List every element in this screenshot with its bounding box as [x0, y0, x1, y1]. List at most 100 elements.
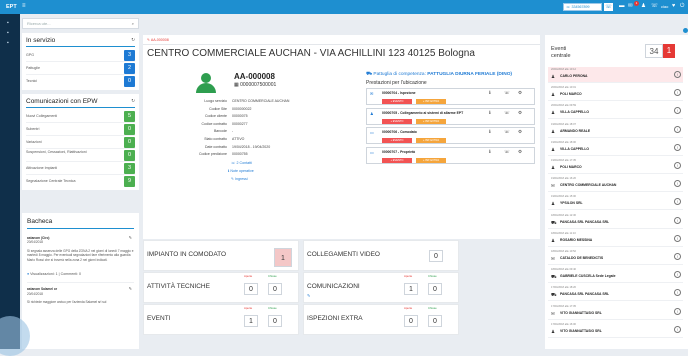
list-item[interactable]: Subentri 0	[26, 123, 135, 136]
info-icon[interactable]: !	[674, 125, 681, 133]
event-item[interactable]: 19/04/2018 alle 15:00 ♟ YPSILON SRL!	[548, 194, 683, 211]
info-icon[interactable]: !	[674, 289, 681, 297]
search-input[interactable]: Ricerca ute... ⌕	[22, 18, 139, 29]
phone-icon[interactable]: ☏	[504, 110, 510, 116]
prestazione-row[interactable]: ♟ 00000705 - Collegamento ai sistemi di a…	[366, 107, 535, 125]
add-event-button[interactable]: + EVENTO	[382, 99, 412, 104]
contacts-link[interactable]: ☏ 2 Contatti	[231, 161, 252, 165]
open-value[interactable]: 0	[244, 283, 258, 295]
info-icon[interactable]: !	[674, 216, 681, 224]
list-item[interactable]: Nuovi Collegamenti 5	[26, 110, 135, 123]
home-icon[interactable]: ▪	[7, 20, 9, 26]
info-icon[interactable]: !	[674, 234, 681, 242]
closed-value[interactable]: 0	[428, 283, 442, 295]
info-icon[interactable]: !	[674, 198, 681, 206]
list-item[interactable]: Pattuglie 2	[26, 62, 135, 75]
prestazione-row[interactable]: ✉ 00000704 - Ispezione ℹ ☏ ⚙ + EVENTO + ISP. E…	[366, 88, 535, 105]
patrol-value[interactable]: PATTUGLIA DIURNA FERIALE (DINO)	[427, 72, 512, 77]
tile-eventi[interactable]: EVENTI Aperte Chiuse 1 0	[143, 304, 299, 335]
tile-ispezioni-extra[interactable]: ISPEZIONI EXTRA Aperte Chiuse 0 0	[303, 304, 459, 335]
breadcrumb-code[interactable]: AA-000008	[151, 38, 169, 42]
add-extra-inspection-button[interactable]: + ISP. EXTRA	[416, 138, 446, 143]
tile-value[interactable]: 0	[429, 250, 443, 262]
add-event-button[interactable]: + EVENTO	[382, 138, 412, 143]
entrances-link[interactable]: ✎ Ingressi	[231, 177, 248, 181]
edit-icon[interactable]: ✎	[129, 287, 132, 292]
alert-icon[interactable]: ℹ	[489, 129, 491, 135]
alert-icon[interactable]: ℹ	[489, 110, 491, 116]
list-item[interactable]: Variazioni 0	[26, 136, 135, 149]
user-icon[interactable]: ♟	[641, 3, 646, 9]
refresh-icon[interactable]: ↻	[131, 37, 135, 43]
closed-value[interactable]: 0	[268, 283, 282, 295]
edit-icon[interactable]: ✎	[307, 293, 310, 298]
settings-icon[interactable]: ⚙	[518, 129, 522, 135]
event-item[interactable]: 17/04/2018 alle 17:05 ✉ VITO GIANNATTASIO …	[548, 303, 683, 320]
edit-icon[interactable]: ✎	[129, 235, 132, 240]
tile-comunicazioni[interactable]: COMUNICAZIONI ✎ Aperte Chiuse 1 0	[303, 272, 459, 303]
phone-input[interactable]: ☏ 334567899	[563, 3, 602, 11]
power-icon[interactable]: ⏻	[680, 3, 684, 10]
info-icon[interactable]: !	[674, 71, 681, 78]
add-event-button[interactable]: + EVENTO	[382, 118, 412, 124]
open-value[interactable]: 1	[404, 283, 418, 295]
tile-attivita-tecniche[interactable]: ATTIVITÀ TECNICHE Aperte Chiuse 0 0	[143, 272, 299, 303]
event-item[interactable]: 17/04/2018 alle 16:00 ♟ VITO GIANNATTASIO …	[548, 321, 683, 338]
info-icon[interactable]: !	[674, 89, 681, 97]
mail-icon[interactable]: ✉	[628, 3, 633, 9]
event-item[interactable]: 20/04/2018 alle 10:12 ♟ CARLO PERONA!	[548, 67, 683, 83]
user-name[interactable]: ciao	[661, 4, 668, 9]
list-icon[interactable]: ▪	[7, 40, 9, 46]
open-value[interactable]: 1	[244, 315, 258, 327]
event-item[interactable]: 19/04/2018 alle 17:35 ♟ POLI MARCO!	[548, 158, 683, 174]
events-new-badge[interactable]: 1	[663, 44, 675, 58]
add-extra-inspection-button[interactable]: + ISP. EXTRA	[416, 157, 446, 163]
call-button[interactable]: ☏	[604, 3, 613, 11]
phone-icon[interactable]: ☏	[651, 3, 658, 9]
alert-icon[interactable]: ℹ	[489, 149, 491, 155]
events-count[interactable]: 34	[645, 44, 663, 58]
phone-icon[interactable]: ☏	[504, 129, 510, 135]
event-item[interactable]: 18/04/2018 alle 10:52 ✉ CATALDO DE BENEDIC…	[548, 249, 683, 265]
event-item[interactable]: 20/04/2018 alle 10:01 ♟ POLI MARCO!	[548, 85, 683, 102]
tile-impianto-comodato[interactable]: IMPIANTO IN COMODATO 1	[143, 240, 299, 271]
phone-icon[interactable]: ☏	[504, 149, 510, 155]
info-icon[interactable]: !	[674, 325, 681, 333]
event-item[interactable]: 19/04/2018 alle 18:00 ♟ VILLA CAPPELLO!	[548, 139, 683, 156]
list-item[interactable]: Sospensioni, Cessazioni, Riattivazioni 0	[26, 149, 135, 162]
notes-link[interactable]: ℹ Note operative	[228, 169, 254, 173]
info-icon[interactable]: !	[674, 107, 681, 115]
phone-icon[interactable]: ☏	[504, 90, 510, 96]
event-item[interactable]: 19/04/2018 alle 18:07 ♟ ARMANDO REALE!	[548, 121, 683, 138]
event-item[interactable]: 20/04/2018 alle 09:59 ♟ VILLA CAPPELLO!	[548, 103, 683, 120]
settings-icon[interactable]: ⚙	[518, 110, 522, 116]
event-item[interactable]: 18/04/2018 alle 09:40 ⛟ GABRIELE CUSCELA S…	[548, 267, 683, 284]
info-icon[interactable]: !	[674, 307, 681, 315]
closed-value[interactable]: 0	[428, 315, 442, 327]
add-extra-inspection-button[interactable]: + ISP. EXTRA	[416, 118, 446, 124]
list-item[interactable]: Segnalazione Centrale Tecnica 9	[26, 175, 135, 188]
search-icon[interactable]: ⌕	[132, 19, 134, 28]
list-item[interactable]: GPG 3	[26, 49, 135, 62]
event-item[interactable]: 18/04/2018 alle 11:10 ♟ ROSARIO MESSINA!	[548, 230, 683, 247]
info-icon[interactable]: !	[674, 143, 681, 151]
add-extra-inspection-button[interactable]: + ISP. EXTRA	[416, 99, 446, 104]
event-item[interactable]: 18/04/2018 alle 12:30 ⛟ PANCASA SRL PANCAS…	[548, 212, 683, 229]
info-icon[interactable]: !	[674, 253, 681, 260]
info-icon[interactable]: !	[674, 271, 681, 279]
list-item[interactable]: Tecnici 0	[26, 75, 135, 88]
chat-icon[interactable]: ▬	[619, 3, 625, 9]
prestazione-row[interactable]: ▭ 00000707 - Proprietà ℹ ☏ ⚙ + EVENTO + ISP. E…	[366, 146, 535, 164]
list-item[interactable]: Attivazione Impianti 3	[26, 162, 135, 175]
post-views[interactable]: Visualizzazioni: 1	[30, 272, 58, 276]
tile-value[interactable]: 1	[274, 248, 292, 267]
post-comments[interactable]: Commenti: 0	[61, 272, 81, 276]
tile-collegamenti-video[interactable]: COLLEGAMENTI VIDEO 0	[303, 240, 459, 271]
add-event-button[interactable]: + EVENTO	[382, 157, 412, 163]
event-item[interactable]: 17/04/2018 alle 18:20 ⛟ PANCASA SRL PANCAS…	[548, 285, 683, 302]
refresh-icon[interactable]: ↻	[131, 98, 135, 104]
heart-icon[interactable]: ♥	[672, 3, 675, 9]
settings-icon[interactable]: ⚙	[518, 90, 522, 96]
alert-icon[interactable]: ℹ	[489, 90, 491, 96]
settings-icon[interactable]: ⚙	[518, 149, 522, 155]
